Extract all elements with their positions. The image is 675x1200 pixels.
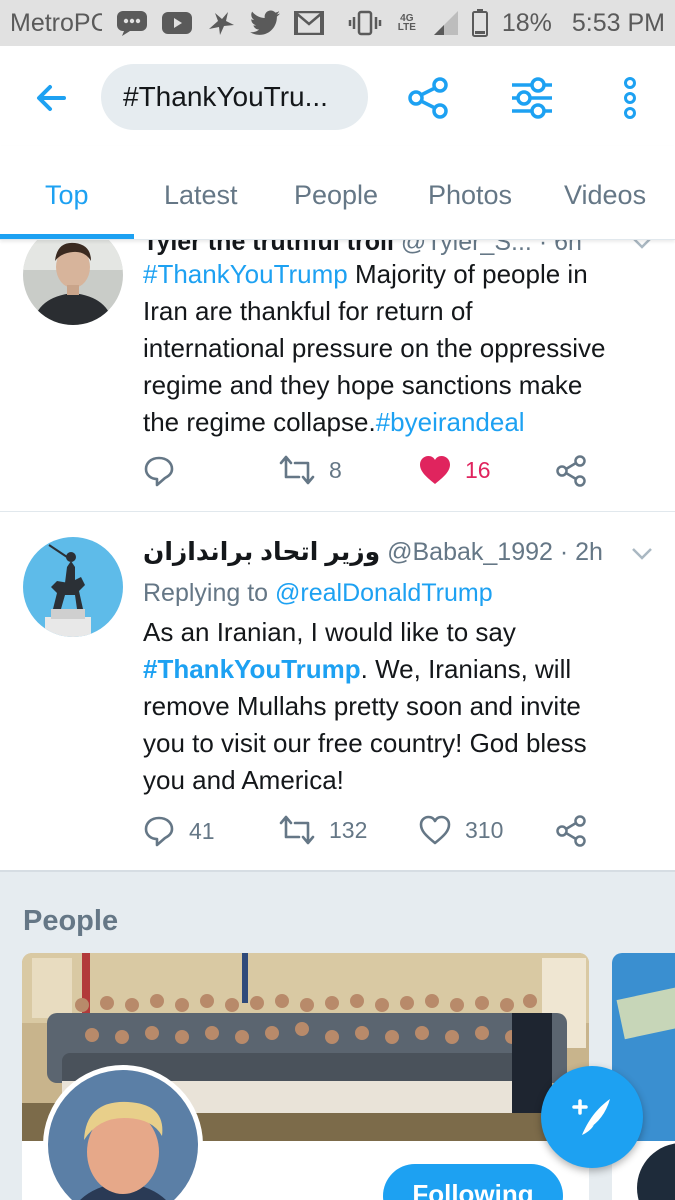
retweet-count: 8 bbox=[329, 456, 342, 483]
twitter-search-screen: MetroPCS 4G LTE bbox=[0, 0, 675, 1200]
tweet-text: #ThankYouTrump Majority of people in Ira… bbox=[143, 259, 606, 437]
share-button[interactable] bbox=[406, 76, 450, 120]
search-header: #ThankYouTru... bbox=[0, 46, 675, 146]
compose-tweet-icon bbox=[572, 1099, 610, 1135]
tab-top[interactable]: Top bbox=[45, 180, 89, 211]
share-tweet-button[interactable] bbox=[555, 455, 587, 487]
user-card[interactable]: Following bbox=[22, 953, 589, 1200]
hashtag-link[interactable]: #ThankYouTrump bbox=[143, 259, 348, 289]
tweet[interactable]: Tyler the truthful troll @Tyler_S... · 6… bbox=[0, 225, 675, 512]
reply-icon bbox=[144, 816, 174, 847]
message-icon bbox=[116, 10, 148, 36]
share-icon bbox=[556, 455, 586, 487]
tweet[interactable]: وزیر اتحاد براندازان @Babak_1992 · 2h Re… bbox=[0, 513, 675, 869]
replying-to: Replying to @realDonaldTrump bbox=[143, 579, 493, 607]
share-icon bbox=[556, 815, 586, 847]
status-bar: MetroPCS 4G LTE bbox=[0, 0, 675, 46]
share-tweet-button[interactable] bbox=[555, 815, 587, 847]
tweet-actions: 8 16 bbox=[143, 455, 603, 495]
active-tab-indicator bbox=[0, 234, 134, 239]
like-button[interactable]: 16 bbox=[419, 455, 491, 485]
reply-button[interactable] bbox=[143, 455, 189, 487]
chevron-down-icon bbox=[632, 548, 652, 560]
back-button[interactable] bbox=[30, 76, 74, 120]
vibrate-icon bbox=[348, 10, 382, 36]
more-options-button[interactable] bbox=[608, 76, 652, 120]
search-input[interactable]: #ThankYouTru... bbox=[101, 64, 368, 130]
search-filter-button[interactable] bbox=[510, 76, 554, 120]
retweet-icon bbox=[279, 815, 315, 845]
arrow-left-icon bbox=[37, 85, 66, 111]
carrier-name: MetroPCS bbox=[10, 8, 102, 37]
section-title: People bbox=[23, 905, 119, 937]
hashtag-link[interactable]: #ThankYouTrump bbox=[143, 654, 361, 684]
youtube-icon bbox=[162, 12, 192, 34]
tweet-actions: 41 132 310 bbox=[143, 815, 603, 855]
notification-icons bbox=[116, 9, 324, 37]
battery-icon bbox=[471, 9, 488, 37]
more-vertical-icon bbox=[624, 77, 636, 119]
tweet-menu-button[interactable] bbox=[631, 547, 653, 561]
following-button[interactable]: Following bbox=[383, 1164, 563, 1200]
like-count: 16 bbox=[465, 456, 491, 483]
search-query: #ThankYouTru... bbox=[123, 81, 328, 112]
tab-people[interactable]: People bbox=[294, 180, 378, 211]
tweet-time: 2h bbox=[575, 538, 603, 566]
like-button[interactable]: 310 bbox=[419, 815, 503, 845]
twitter-icon bbox=[250, 10, 280, 36]
tweet-author-name[interactable]: وزیر اتحاد براندازان bbox=[143, 538, 380, 566]
network-type-icon: 4G LTE bbox=[397, 13, 416, 33]
tab-latest[interactable]: Latest bbox=[164, 180, 238, 211]
sliders-icon bbox=[512, 77, 552, 119]
gmail-icon bbox=[294, 11, 324, 35]
mention-link[interactable]: @realDonaldTrump bbox=[275, 579, 493, 607]
reply-icon bbox=[144, 456, 174, 487]
retweet-button[interactable]: 132 bbox=[279, 815, 367, 845]
system-icons: 4G LTE 18% 5:53 PM bbox=[348, 9, 665, 38]
search-tabs: Top Latest People Photos Videos bbox=[0, 146, 675, 240]
tweet-author-handle: @Babak_1992 bbox=[387, 538, 553, 566]
tweet-text: As an Iranian, I would like to say #Than… bbox=[143, 617, 587, 795]
tab-photos[interactable]: Photos bbox=[428, 180, 512, 211]
battery-percent: 18% bbox=[501, 8, 552, 37]
tweet-header: وزیر اتحاد براندازان @Babak_1992 · 2h bbox=[143, 538, 603, 566]
reply-button[interactable]: 41 bbox=[143, 815, 215, 847]
avatar[interactable] bbox=[23, 537, 123, 637]
like-count: 310 bbox=[465, 816, 504, 843]
heart-icon bbox=[419, 815, 451, 845]
bird-icon bbox=[206, 9, 236, 37]
hashtag-link[interactable]: #byeirandeal bbox=[376, 407, 525, 437]
share-icon bbox=[408, 77, 448, 119]
signal-icon bbox=[432, 11, 458, 35]
retweet-icon bbox=[279, 455, 315, 485]
clock: 5:53 PM bbox=[571, 8, 665, 37]
reply-count: 41 bbox=[189, 817, 215, 844]
avatar[interactable] bbox=[23, 225, 123, 325]
retweet-button[interactable]: 8 bbox=[279, 455, 342, 485]
tab-videos[interactable]: Videos bbox=[564, 180, 646, 211]
heart-filled-icon bbox=[420, 456, 450, 484]
retweet-count: 132 bbox=[329, 816, 368, 843]
compose-tweet-button[interactable] bbox=[541, 1066, 643, 1168]
